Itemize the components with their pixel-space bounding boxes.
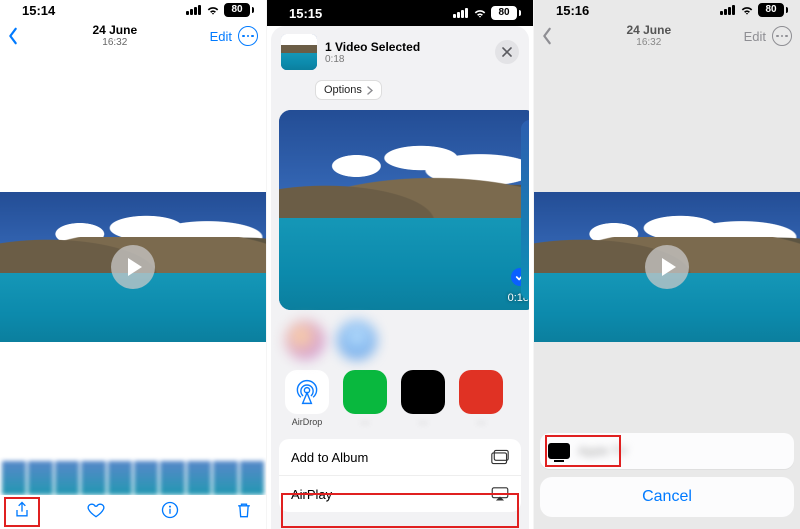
photos-video-detail-screen: 15:14 80 24 June 16:32 Edit xyxy=(0,0,266,529)
action-label: Add to Album xyxy=(291,450,368,465)
selection-thumbnail xyxy=(281,34,317,70)
contacts-row[interactable] xyxy=(271,316,529,362)
app-item[interactable]: — xyxy=(401,370,445,427)
share-preview[interactable]: 0:18 xyxy=(279,110,529,310)
video-preview xyxy=(534,192,800,342)
share-icon[interactable] xyxy=(12,500,32,520)
app-airdrop[interactable]: AirDrop xyxy=(285,370,329,427)
next-preview-peek[interactable] xyxy=(521,120,529,300)
share-sheet: 1 Video Selected 0:18 Options xyxy=(271,26,529,529)
battery-icon: 80 xyxy=(491,6,521,20)
app-item[interactable]: — xyxy=(459,370,503,427)
actions-list: Add to Album AirPlay xyxy=(279,439,521,512)
share-sheet-screen: 15:15 80 1 Video Selected 0:18 xyxy=(266,0,534,529)
bottom-toolbar xyxy=(0,495,266,529)
airplay-device-row[interactable]: Apple TV xyxy=(540,433,794,469)
cellular-icon xyxy=(453,8,469,18)
trash-icon[interactable] xyxy=(234,500,254,520)
airplay-picker-screen: 15:16 80 24 June 16:32 Edit xyxy=(534,0,800,529)
nav-date: 24 June xyxy=(92,24,137,37)
status-time: 15:16 xyxy=(556,3,589,18)
action-add-to-album[interactable]: Add to Album xyxy=(279,439,521,475)
nav-time: 16:32 xyxy=(626,37,671,48)
airplay-icon xyxy=(491,486,509,502)
nav-bar: 24 June 16:32 Edit xyxy=(534,20,800,52)
options-label: Options xyxy=(324,84,362,96)
status-time: 15:15 xyxy=(289,6,322,21)
selection-title: 1 Video Selected xyxy=(325,40,420,54)
device-name-blurred: Apple TV xyxy=(578,444,627,458)
close-button[interactable] xyxy=(495,40,519,64)
cellular-icon xyxy=(720,5,736,15)
chevron-right-icon xyxy=(367,86,373,95)
edit-button[interactable]: Edit xyxy=(210,29,232,44)
back-button[interactable] xyxy=(6,27,20,45)
thumbnail-strip[interactable] xyxy=(0,461,266,495)
app-label: AirDrop xyxy=(285,417,329,427)
nav-bar: 24 June 16:32 Edit xyxy=(0,20,266,52)
wifi-icon xyxy=(206,5,220,16)
edit-button[interactable]: Edit xyxy=(744,29,766,44)
status-bar: 15:16 80 xyxy=(534,0,800,20)
action-label: AirPlay xyxy=(291,487,332,502)
wifi-icon xyxy=(473,8,487,19)
appletv-icon xyxy=(548,443,570,459)
more-button[interactable] xyxy=(238,26,258,46)
selection-duration: 0:18 xyxy=(325,54,420,65)
cancel-label: Cancel xyxy=(642,488,692,506)
cancel-button[interactable]: Cancel xyxy=(540,477,794,517)
airdrop-icon xyxy=(285,370,329,414)
play-icon xyxy=(645,245,689,289)
more-button[interactable] xyxy=(772,26,792,46)
video-preview[interactable] xyxy=(0,192,266,342)
options-button[interactable]: Options xyxy=(315,80,382,100)
album-icon xyxy=(491,449,509,465)
nav-date: 24 June xyxy=(626,24,671,37)
battery-icon: 80 xyxy=(758,3,788,17)
back-button[interactable] xyxy=(540,27,554,45)
status-time: 15:14 xyxy=(22,3,55,18)
battery-icon: 80 xyxy=(224,3,254,17)
apps-row[interactable]: AirDrop — — — xyxy=(271,362,529,433)
wifi-icon xyxy=(740,5,754,16)
info-icon[interactable] xyxy=(160,500,180,520)
status-bar: 15:14 80 xyxy=(0,0,266,20)
nav-time: 16:32 xyxy=(92,37,137,48)
play-icon[interactable] xyxy=(111,245,155,289)
heart-icon[interactable] xyxy=(86,500,106,520)
action-airplay[interactable]: AirPlay xyxy=(279,475,521,512)
status-bar: 15:15 80 xyxy=(267,0,533,26)
cellular-icon xyxy=(186,5,202,15)
app-item[interactable]: — xyxy=(343,370,387,427)
